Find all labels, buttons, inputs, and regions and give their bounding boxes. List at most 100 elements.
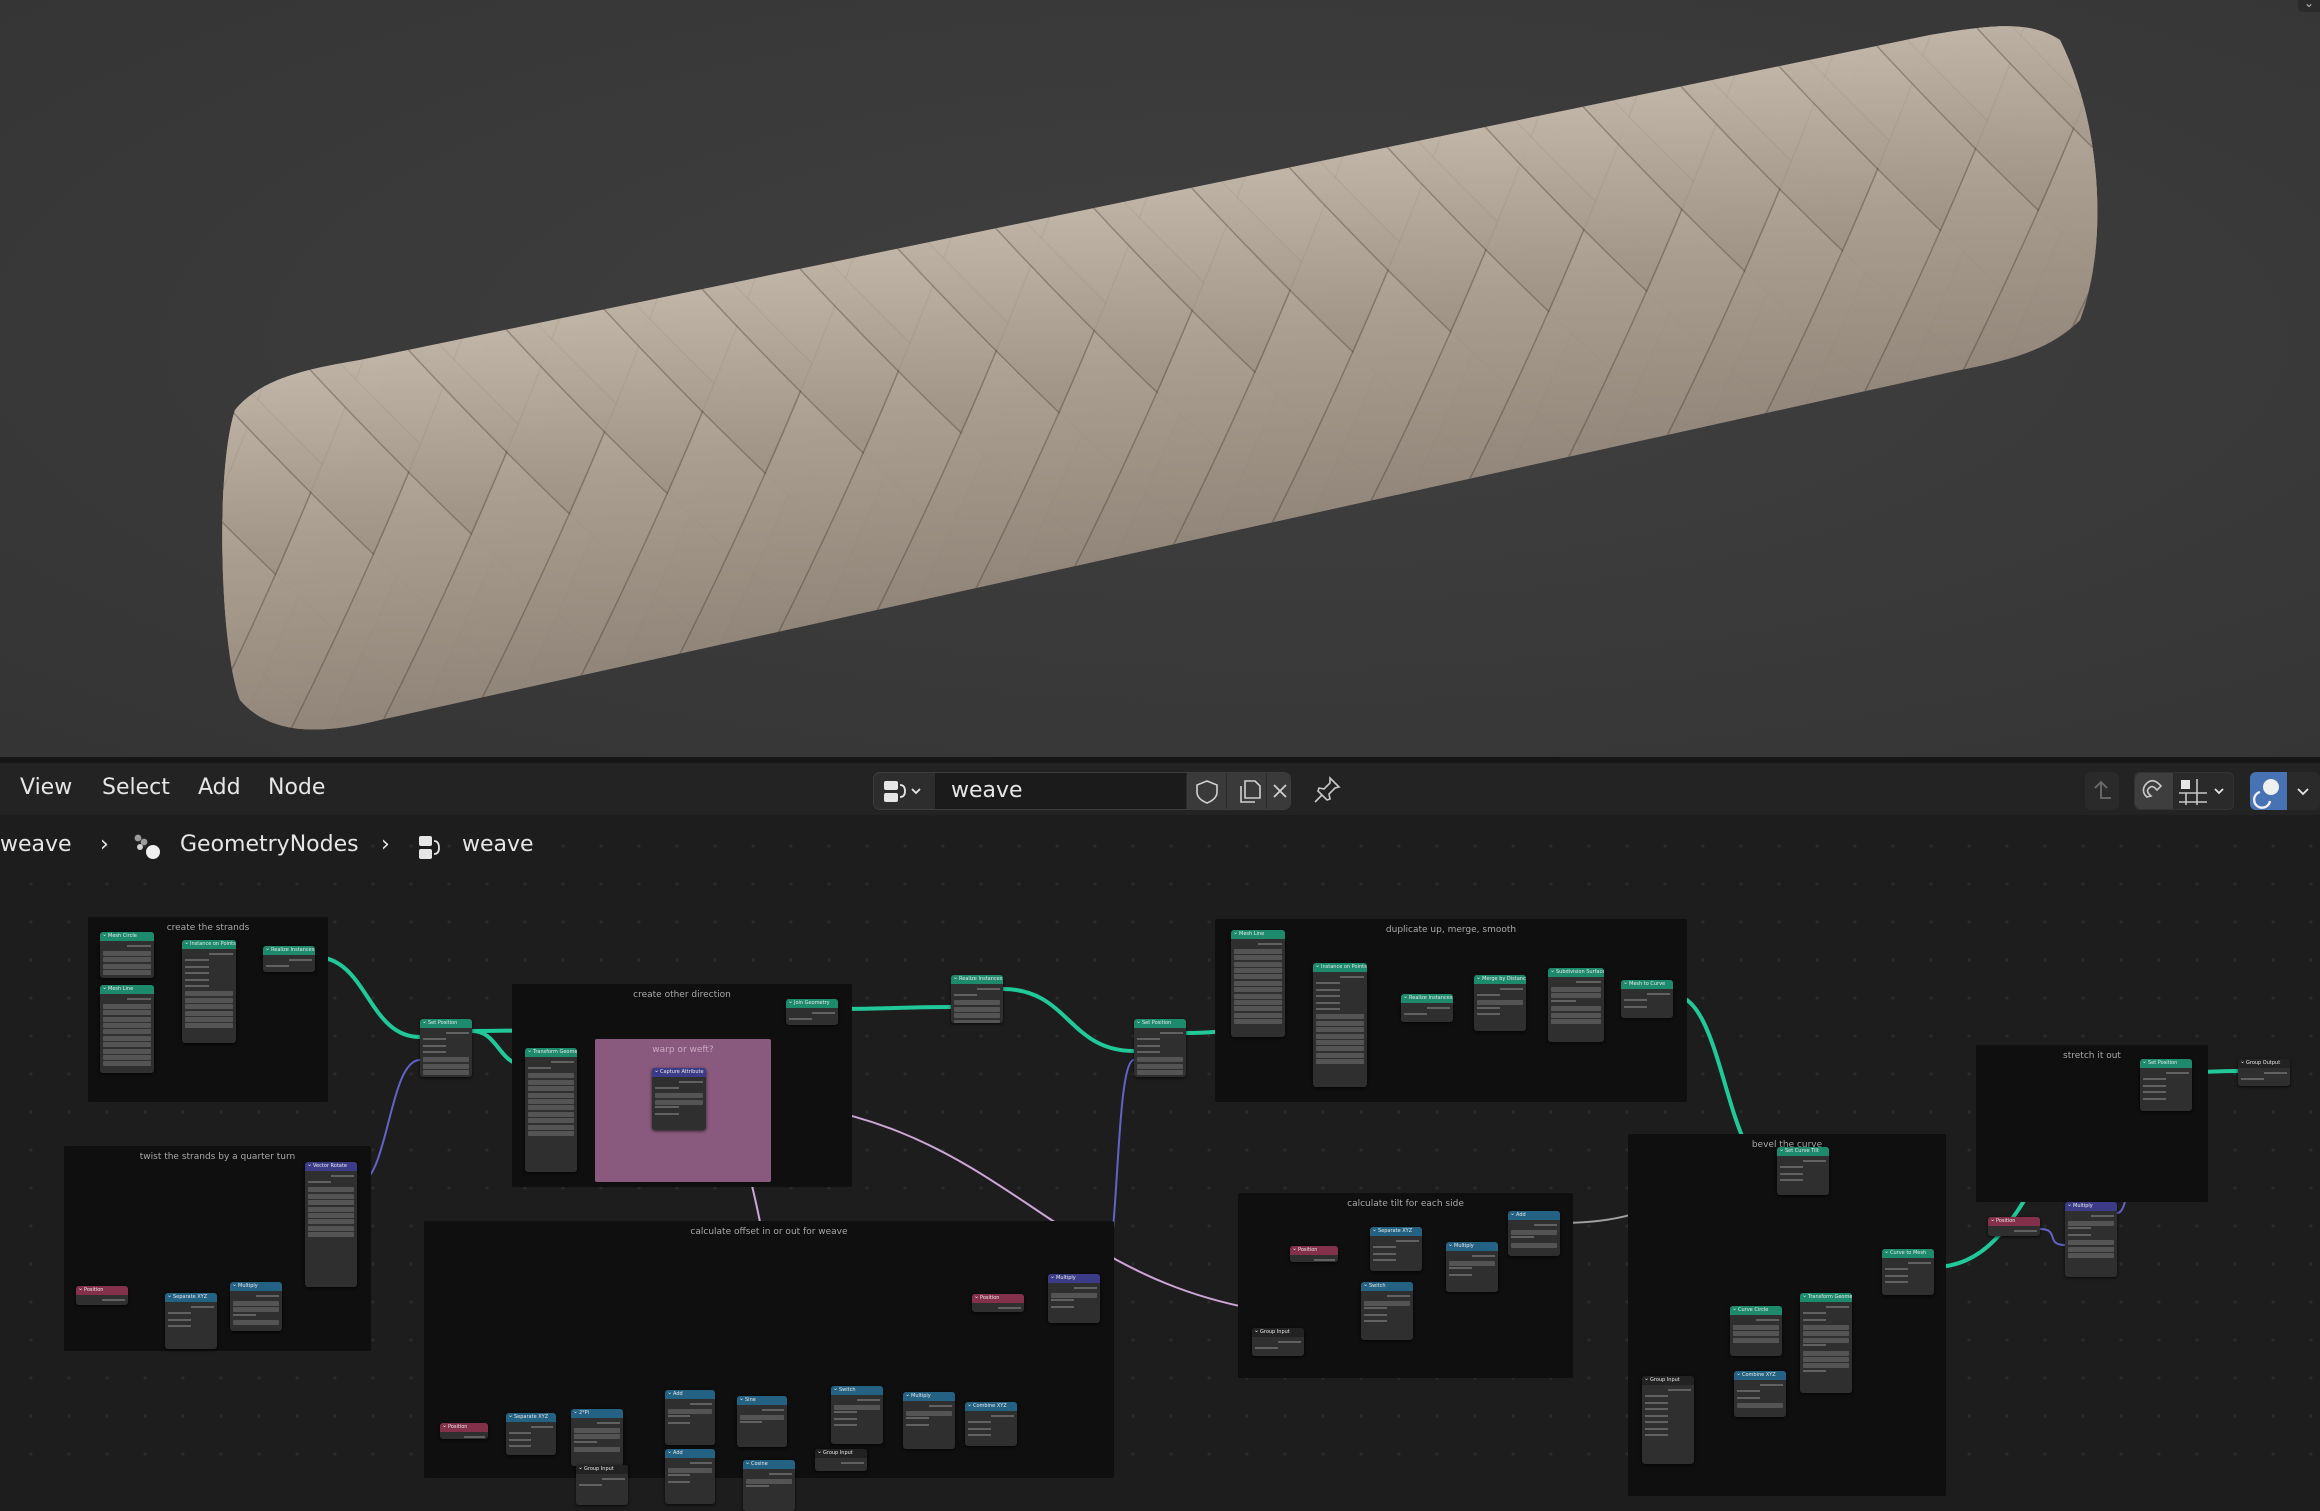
node-field[interactable] [308,1206,354,1212]
node-title[interactable]: Add [1508,1211,1560,1220]
node-field[interactable] [1234,993,1282,999]
node[interactable]: Mesh Line [1231,930,1285,1037]
node[interactable]: Add [665,1449,715,1504]
overlay-dropdown[interactable] [2287,772,2320,810]
node-field[interactable] [1803,1324,1849,1330]
node[interactable]: Combine XYZ [1734,1371,1786,1417]
node-field[interactable] [1551,1012,1601,1018]
node[interactable]: Multiply [1048,1274,1100,1323]
node[interactable]: Realize Instances [951,975,1003,1023]
node-field[interactable] [1551,1018,1601,1024]
node-field[interactable] [1733,1324,1779,1330]
breadcrumb-modifier[interactable]: GeometryNodes [180,832,359,857]
overlay-toggle[interactable] [2250,772,2287,810]
node-title[interactable]: Group Output [2238,1059,2290,1068]
node-field[interactable] [574,1427,620,1433]
node-title[interactable]: Merge by Distance [1474,975,1526,984]
node[interactable]: Position [440,1423,488,1439]
menu-select[interactable]: Select [102,775,170,800]
node[interactable]: Sine [737,1396,787,1447]
node-title[interactable]: Add [665,1449,715,1458]
node-field[interactable] [423,1057,469,1063]
node-field[interactable] [308,1219,354,1225]
node-title[interactable]: Add [665,1390,715,1399]
node-field[interactable] [528,1098,574,1104]
node-field[interactable] [1137,1063,1183,1069]
node-title[interactable]: 2*Pi [571,1409,623,1418]
node[interactable]: Combine XYZ [965,1402,1017,1446]
node[interactable]: Group Input [1642,1376,1694,1464]
node[interactable]: Group Input [576,1465,628,1505]
node-tree-name-field[interactable]: weave [936,773,1186,809]
node-field[interactable] [185,1016,233,1022]
node-field[interactable] [2068,1246,2114,1252]
node-title[interactable]: Switch [831,1386,883,1395]
node-field[interactable] [528,1130,574,1136]
node-field[interactable] [528,1092,574,1098]
node[interactable]: Set Curve Tilt [1777,1147,1829,1195]
node-field[interactable] [574,1447,620,1453]
node-tree-browse-button[interactable] [874,773,936,809]
node-field[interactable] [906,1410,952,1416]
node-title[interactable]: Mesh Line [100,985,154,994]
3d-viewport[interactable]: ⌄ [0,0,2320,757]
node-field[interactable] [1803,1350,1849,1356]
node[interactable]: Separate XYZ [165,1293,217,1349]
node-title[interactable]: Mesh Line [1231,930,1285,939]
node[interactable]: Transform Geometry [1800,1293,1852,1393]
node-title[interactable]: Capture Attribute [652,1068,706,1077]
node[interactable]: Separate XYZ [1370,1227,1422,1271]
node-field[interactable] [1449,1260,1495,1266]
node-field[interactable] [528,1105,574,1111]
node-field[interactable] [954,1000,1000,1006]
fake-user-button[interactable] [1186,773,1226,809]
node-field[interactable] [103,970,151,976]
menu-node[interactable]: Node [268,775,325,800]
viewport-corner-menu[interactable]: ⌄ [2298,0,2320,12]
node[interactable]: Position [972,1294,1024,1312]
node-title[interactable]: Group Input [576,1465,628,1474]
node-field[interactable] [1803,1363,1849,1369]
node-title[interactable]: Mesh Circle [100,932,154,941]
duplicate-tree-button[interactable] [1226,773,1266,809]
parent-node-tree-button[interactable] [2085,772,2119,810]
node[interactable]: 2*Pi [571,1409,623,1466]
node-field[interactable] [655,1099,703,1105]
node-field[interactable] [103,1035,151,1041]
node-field[interactable] [233,1300,279,1306]
node-field[interactable] [528,1111,574,1117]
node[interactable]: Add [665,1390,715,1445]
node-field[interactable] [308,1200,354,1206]
node-field[interactable] [1137,1070,1183,1076]
node-title[interactable]: Position [1988,1217,2040,1226]
node-title[interactable]: Set Position [420,1019,472,1028]
node-field[interactable] [103,1029,151,1035]
node-title[interactable]: Multiply [230,1282,282,1291]
node-field[interactable] [528,1118,574,1124]
node-field[interactable] [1137,1057,1183,1063]
node[interactable]: Cosine [743,1460,795,1511]
node-field[interactable] [1234,955,1282,961]
breadcrumb-node-tree[interactable]: weave [462,832,534,857]
node-title[interactable]: Subdivision Surface [1548,968,1604,977]
node-title[interactable]: Multiply [1446,1242,1498,1251]
node-field[interactable] [954,1006,1000,1012]
node-title[interactable]: Transform Geometry [1800,1293,1852,1302]
node-field[interactable] [2068,1240,2114,1246]
node-field[interactable] [185,997,233,1003]
node-field[interactable] [746,1478,792,1484]
node-field[interactable] [1551,1006,1601,1012]
node-field[interactable] [185,1010,233,1016]
node-title[interactable]: Position [1290,1246,1338,1255]
node-title[interactable]: Transform Geometry [525,1048,577,1057]
node-field[interactable] [1316,1033,1364,1039]
node-field[interactable] [1234,961,1282,967]
node-field[interactable] [1234,1006,1282,1012]
node[interactable]: Curve to Mesh [1882,1249,1934,1295]
node-field[interactable] [1234,1000,1282,1006]
node-field[interactable] [1316,1052,1364,1058]
node[interactable]: Merge by Distance [1474,975,1526,1031]
node-field[interactable] [954,1013,1000,1019]
node-field[interactable] [1551,986,1601,992]
node[interactable]: Transform Geometry [525,1048,577,1172]
